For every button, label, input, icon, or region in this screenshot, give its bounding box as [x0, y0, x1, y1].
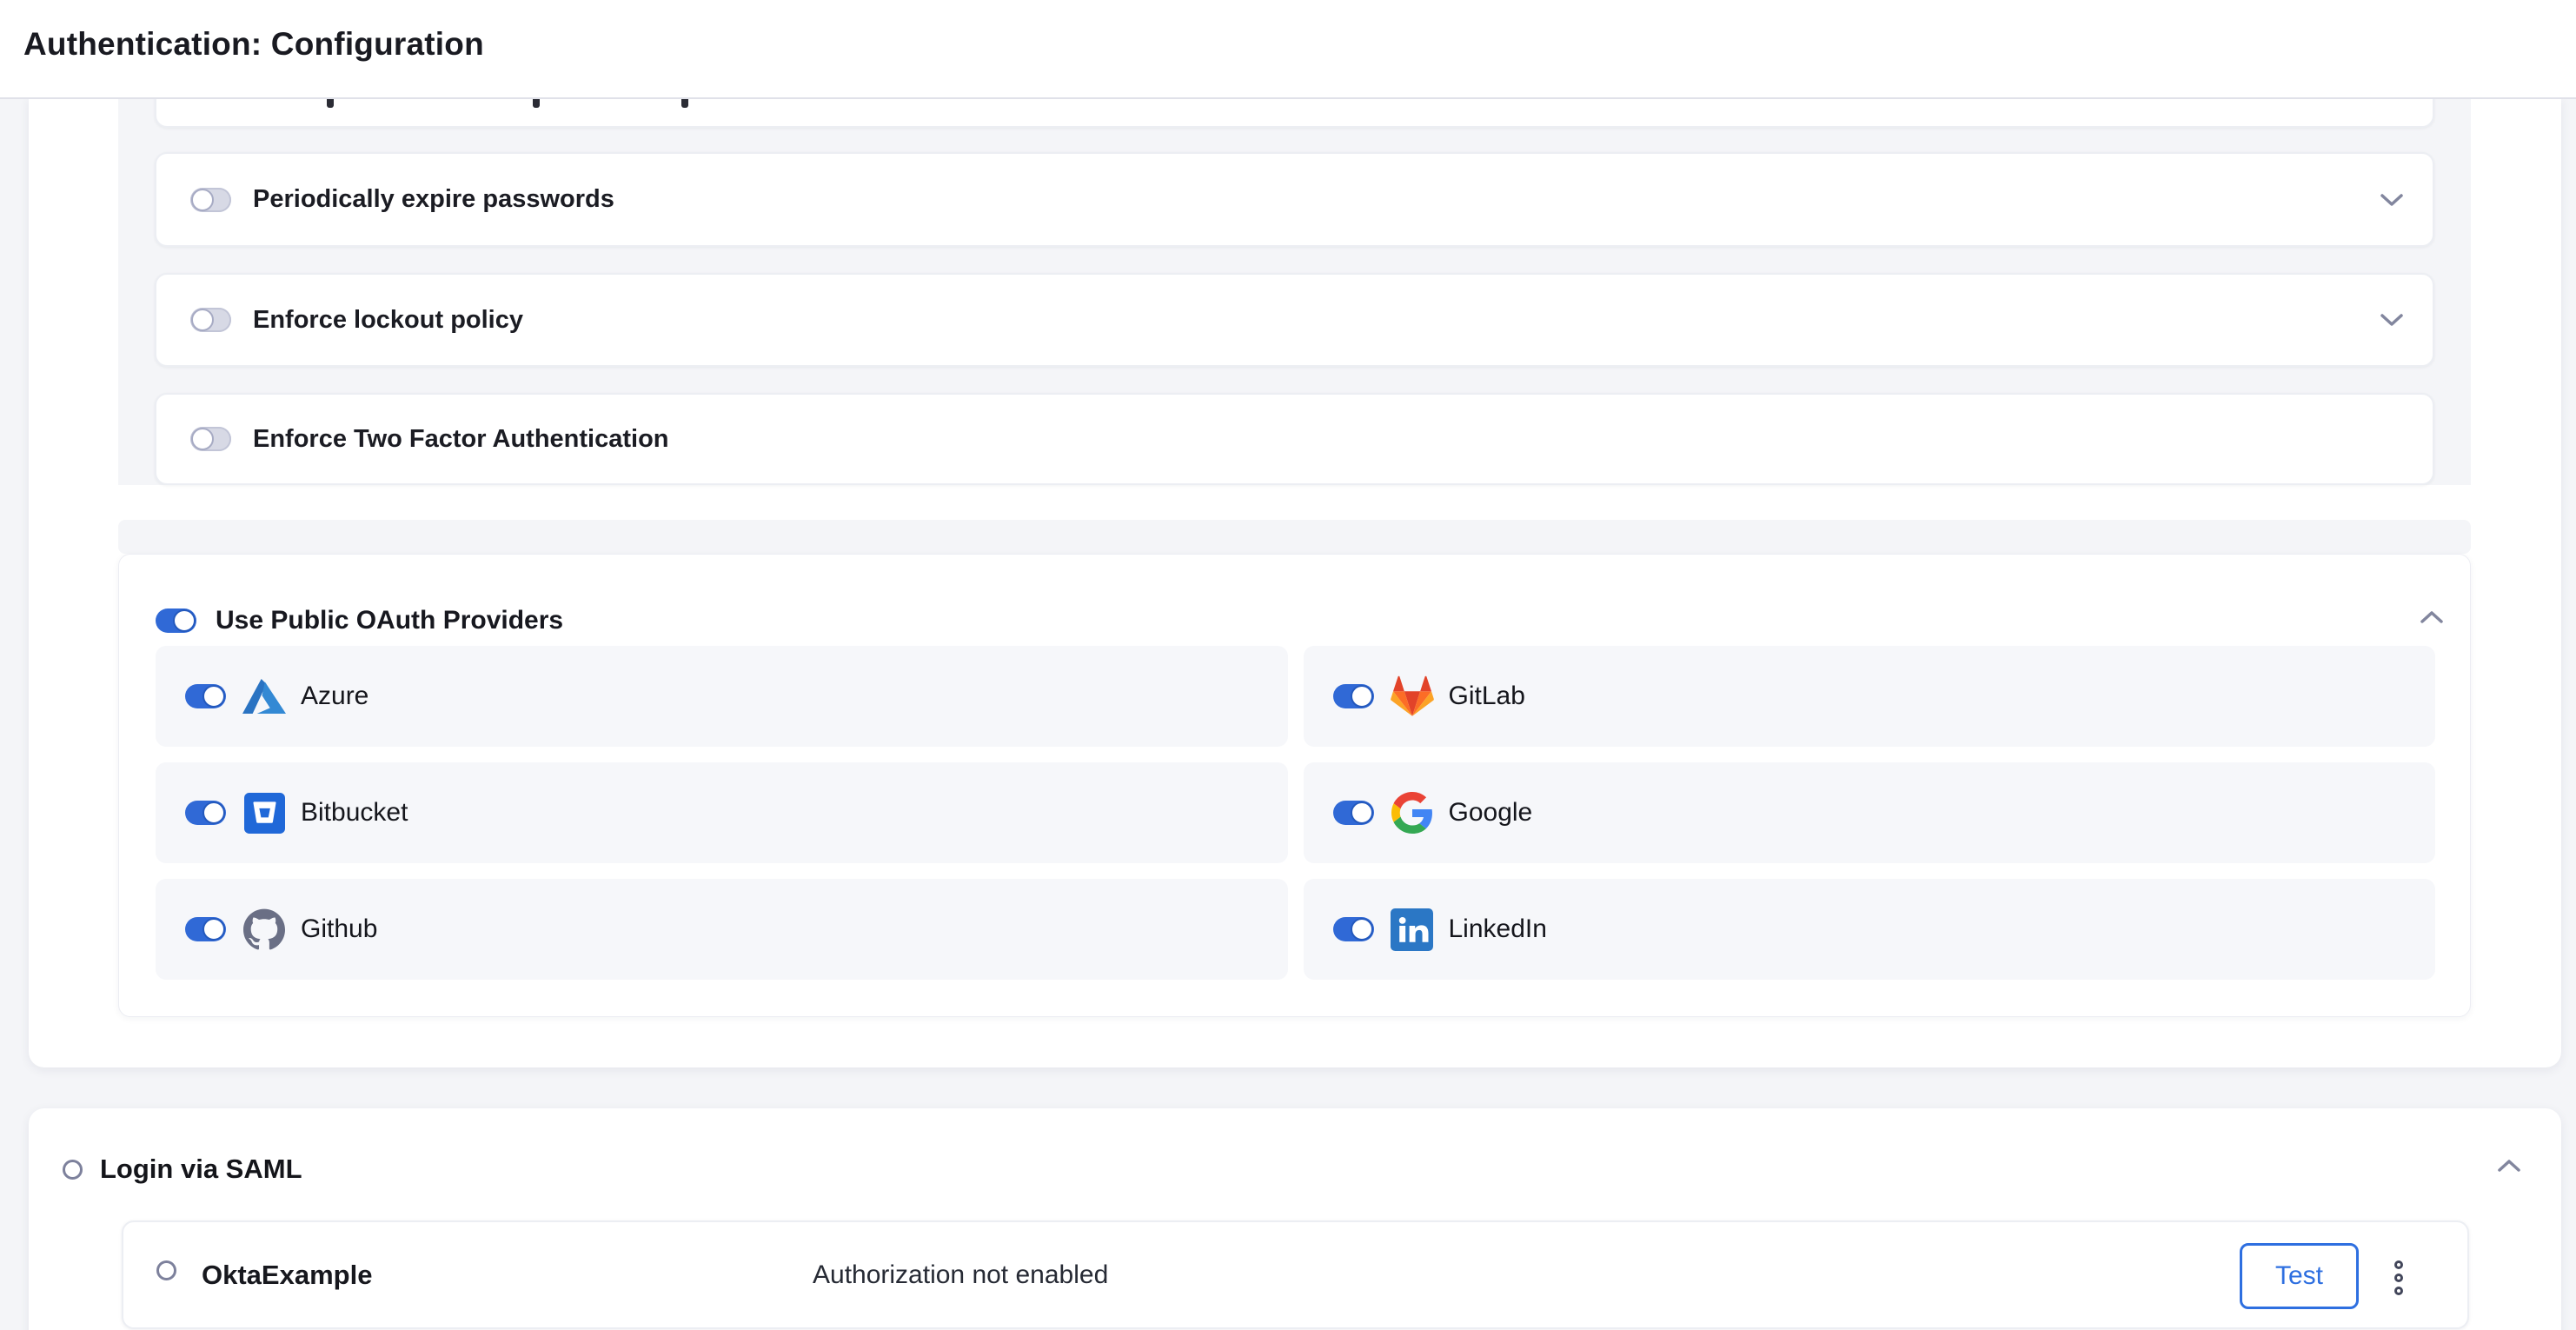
oauth-master-toggle[interactable] — [156, 608, 196, 633]
clipped-text-fragment — [681, 99, 688, 108]
row-label: Enforce Two Factor Authentication — [253, 425, 669, 454]
gitlab-toggle[interactable] — [1333, 684, 1374, 708]
row-enforce-two-factor[interactable]: Enforce Two Factor Authentication — [155, 393, 2434, 485]
clipped-text-fragment — [533, 99, 540, 108]
test-button[interactable]: Test — [2240, 1243, 2359, 1309]
kebab-menu-icon[interactable] — [2393, 1260, 2405, 1295]
google-toggle[interactable] — [1333, 801, 1374, 825]
provider-row-linkedin: LinkedIn — [1304, 879, 2436, 980]
provider-grid: Azure GitLab — [156, 646, 2435, 980]
linkedin-icon — [1390, 907, 1435, 952]
saml-connection-row: OktaExample Authorization not enabled Te… — [122, 1220, 2469, 1329]
azure-icon — [242, 674, 287, 719]
saml-login-card: Login via SAML OktaExample Authorization… — [29, 1108, 2561, 1330]
app-header: Authentication: Configuration — [0, 0, 2576, 99]
saml-radio[interactable] — [63, 1160, 83, 1180]
provider-row-bitbucket: Bitbucket — [156, 762, 1288, 863]
linkedin-toggle[interactable] — [1333, 917, 1374, 941]
row-label: Enforce lockout policy — [253, 306, 523, 335]
provider-name: Bitbucket — [301, 798, 408, 828]
github-icon — [242, 907, 287, 952]
two-factor-toggle[interactable] — [190, 427, 231, 451]
oauth-title: Use Public OAuth Providers — [216, 606, 563, 635]
provider-row-google: Google — [1304, 762, 2436, 863]
provider-row-github: Github — [156, 879, 1288, 980]
provider-row-gitlab: GitLab — [1304, 646, 2436, 747]
provider-name: Google — [1449, 798, 1533, 828]
expire-passwords-toggle[interactable] — [190, 188, 231, 212]
provider-row-azure: Azure — [156, 646, 1288, 747]
azure-toggle[interactable] — [185, 684, 226, 708]
chevron-up-icon[interactable] — [2497, 1159, 2521, 1177]
connection-status: Authorization not enabled — [813, 1222, 1108, 1327]
section-divider-band — [118, 520, 2471, 554]
provider-name: GitLab — [1449, 682, 1525, 711]
provider-name: LinkedIn — [1449, 914, 1547, 944]
oauth-header: Use Public OAuth Providers — [156, 606, 563, 635]
row-label: Periodically expire passwords — [253, 185, 614, 214]
row-periodically-expire-passwords[interactable]: Periodically expire passwords — [155, 152, 2434, 247]
bitbucket-toggle[interactable] — [185, 801, 226, 825]
row-enforce-lockout-policy[interactable]: Enforce lockout policy — [155, 273, 2434, 367]
saml-header: Login via SAML — [63, 1154, 302, 1185]
okta-radio[interactable] — [156, 1260, 176, 1280]
saml-title: Login via SAML — [100, 1154, 302, 1185]
github-toggle[interactable] — [185, 917, 226, 941]
authentication-configuration-page: Periodically expire passwords Enforce lo… — [0, 0, 2576, 1330]
gitlab-icon — [1390, 674, 1435, 719]
bitbucket-icon — [242, 790, 287, 835]
provider-name: Github — [301, 914, 377, 944]
google-icon — [1390, 790, 1435, 835]
chevron-down-icon — [2380, 313, 2404, 327]
clipped-text-fragment — [327, 99, 334, 108]
chevron-down-icon — [2380, 193, 2404, 207]
oauth-providers-card: Use Public OAuth Providers Azure — [118, 554, 2471, 1017]
connection-name: OktaExample — [202, 1222, 372, 1327]
lockout-policy-toggle[interactable] — [190, 308, 231, 332]
page-title: Authentication: Configuration — [23, 26, 484, 63]
chevron-up-icon[interactable] — [2420, 610, 2444, 628]
provider-name: Azure — [301, 682, 368, 711]
